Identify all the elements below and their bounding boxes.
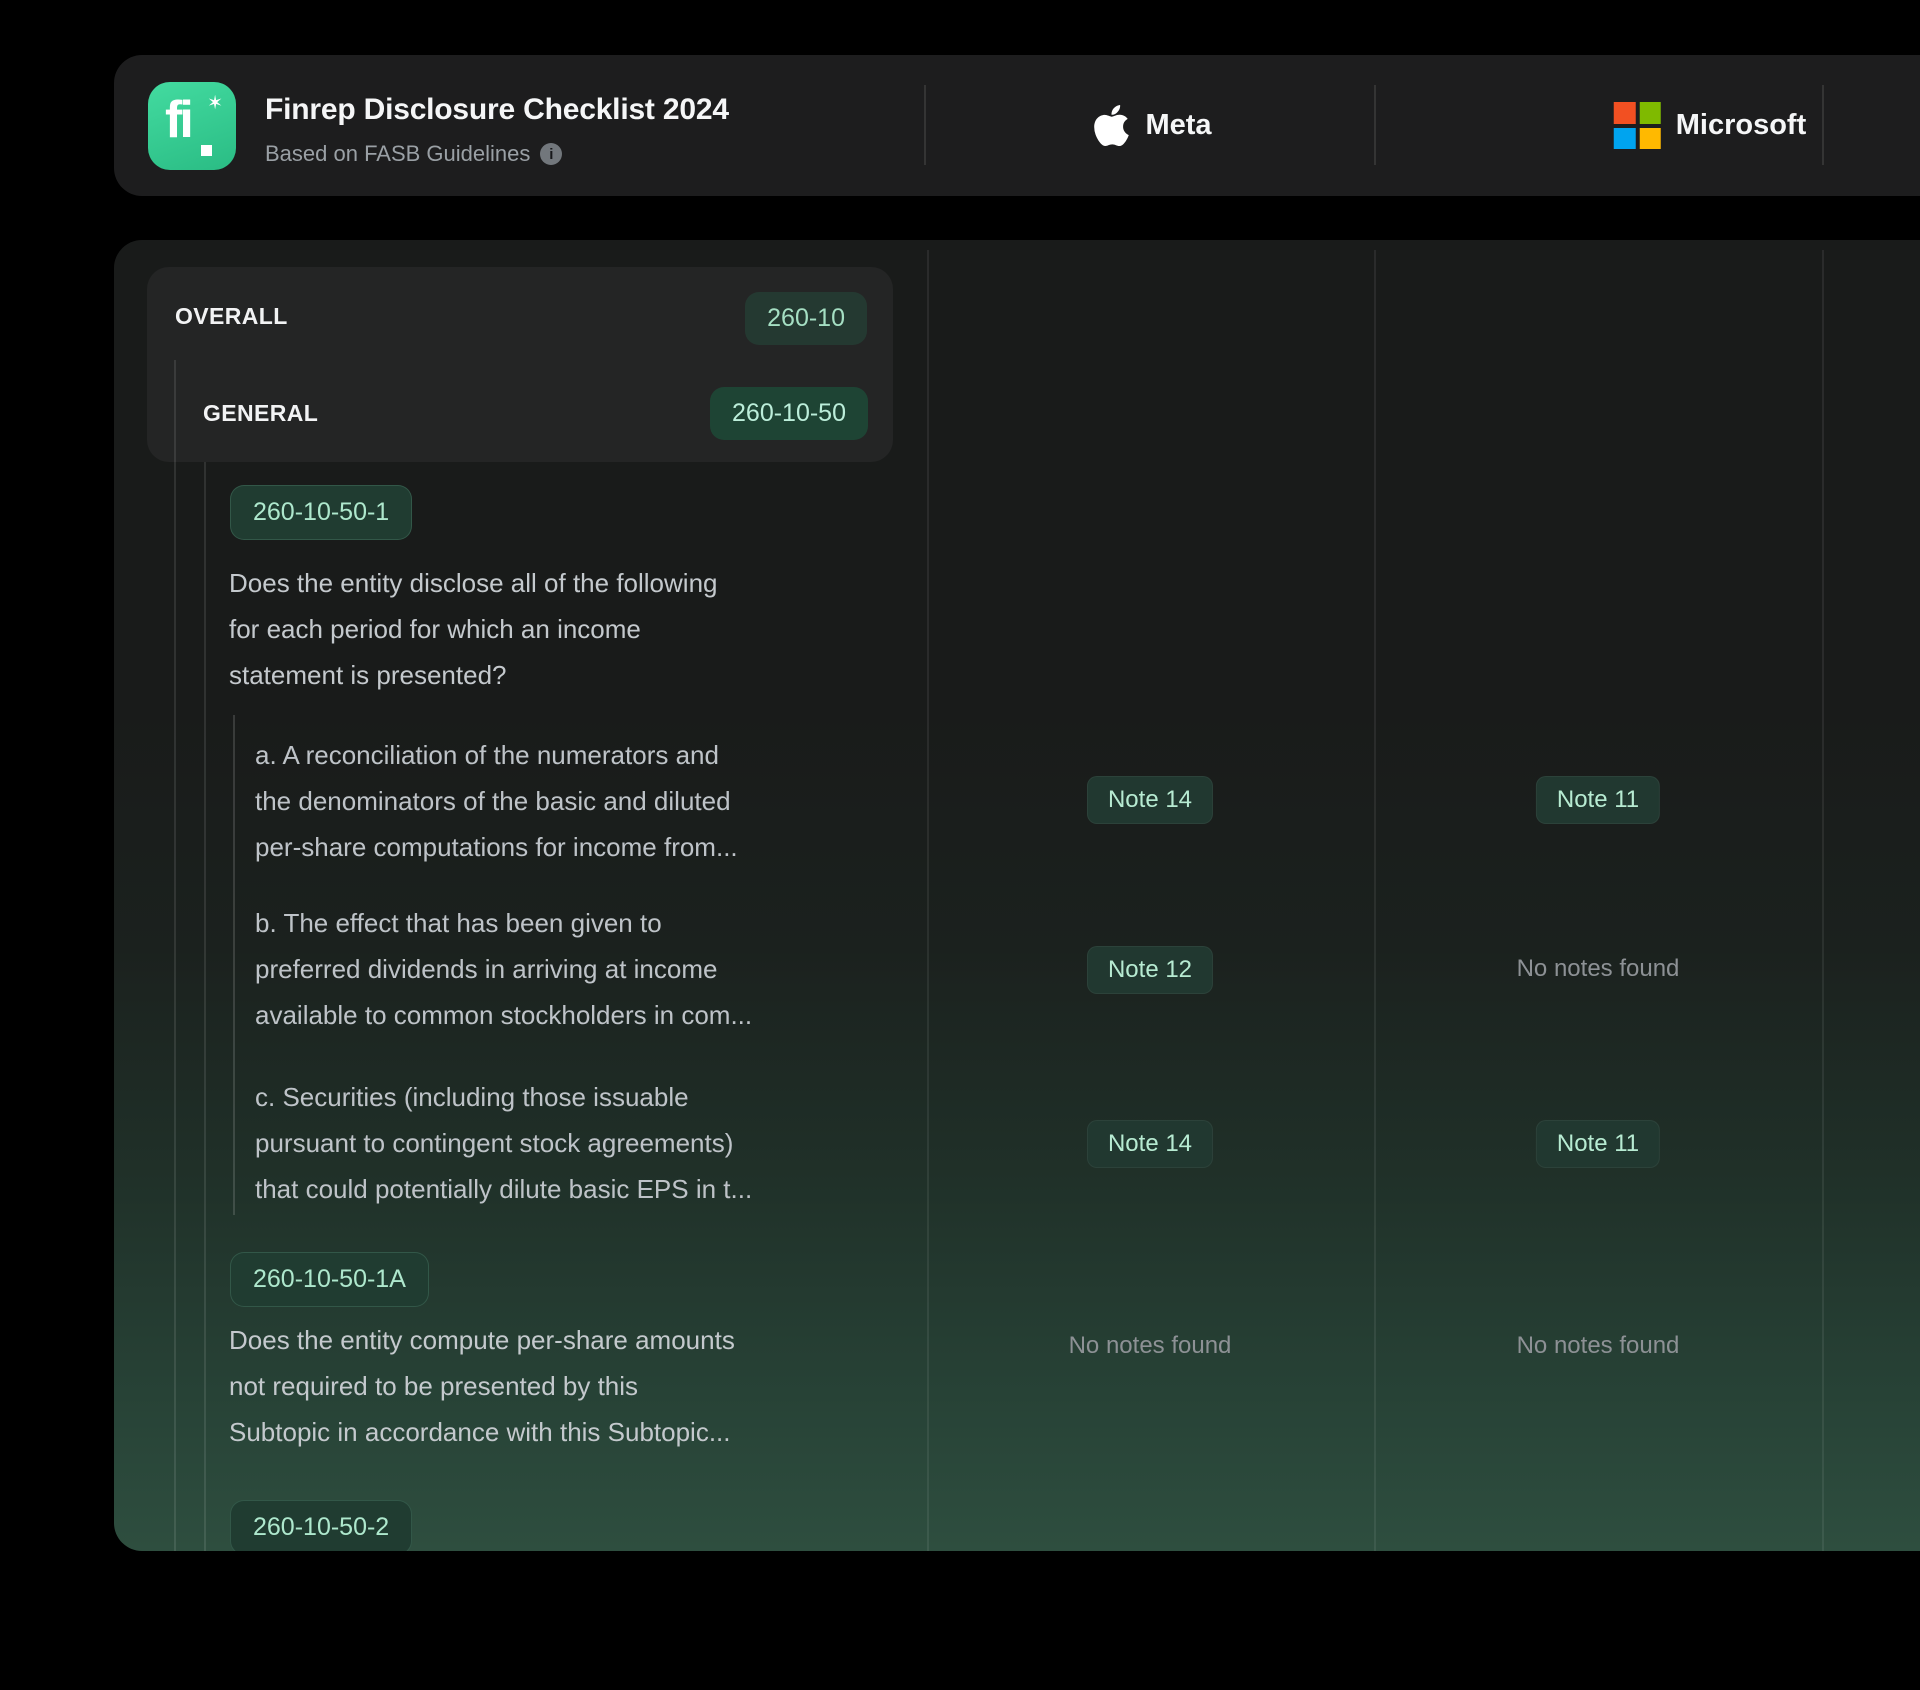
- company-header-meta[interactable]: Meta: [1092, 55, 1211, 196]
- question-line: not required to be presented by this: [229, 1363, 735, 1409]
- subitem-group-border: [233, 715, 235, 1215]
- subitem-line: available to common stockholders in com.…: [255, 992, 752, 1038]
- company-name-meta: Meta: [1145, 109, 1211, 142]
- question-260-10-50-1: Does the entity disclose all of the foll…: [229, 560, 718, 698]
- subitem-line: preferred dividends in arriving at incom…: [255, 946, 752, 992]
- item-code-badge-260-10-50-2[interactable]: 260-10-50-2: [230, 1500, 412, 1551]
- ms-square-green: [1639, 102, 1661, 124]
- header-divider-2: [1374, 85, 1376, 165]
- company-name-microsoft: Microsoft: [1676, 109, 1807, 142]
- no-notes-microsoft-b: No notes found: [1517, 955, 1680, 983]
- no-notes-microsoft-1A: No notes found: [1517, 1332, 1680, 1360]
- ms-square-blue: [1614, 128, 1636, 150]
- question-line: Subtopic in accordance with this Subtopi…: [229, 1409, 735, 1455]
- subitem-line: c. Securities (including those issuable: [255, 1074, 752, 1120]
- ms-square-yellow: [1639, 128, 1661, 150]
- ms-square-red: [1614, 102, 1636, 124]
- section-overall-code-badge[interactable]: 260-10: [745, 292, 867, 345]
- app-logo: fi ✶: [148, 82, 236, 170]
- checklist-panel: OVERALL 260-10 GENERAL 260-10-50 260-10-…: [114, 240, 1920, 1551]
- item-code-badge-260-10-50-1A[interactable]: 260-10-50-1A: [230, 1252, 429, 1307]
- question-line: for each period for which an income: [229, 606, 718, 652]
- question-line: statement is presented?: [229, 652, 718, 698]
- section-header-box: OVERALL 260-10 GENERAL 260-10-50: [147, 267, 893, 462]
- subitem-line: pursuant to contingent stock agreements): [255, 1120, 752, 1166]
- info-icon[interactable]: i: [540, 143, 562, 165]
- app-logo-letters: fi: [165, 90, 191, 150]
- section-overall-label: OVERALL: [175, 303, 288, 330]
- subitem-c: c. Securities (including those issuable …: [255, 1074, 752, 1212]
- tree-guide-overall: [174, 360, 176, 1551]
- apple-icon: [1092, 102, 1130, 149]
- item-code-badge-260-10-50-1[interactable]: 260-10-50-1: [230, 485, 412, 540]
- tree-guide-general: [204, 462, 206, 1551]
- company-header-microsoft[interactable]: Microsoft: [1614, 55, 1807, 196]
- header-divider-3: [1822, 85, 1824, 165]
- note-badge-microsoft-a[interactable]: Note 11: [1536, 776, 1660, 824]
- header-card: fi ✶ Finrep Disclosure Checklist 2024 Ba…: [114, 55, 1920, 196]
- header-divider-1: [924, 85, 926, 165]
- note-badge-meta-c[interactable]: Note 14: [1087, 1120, 1213, 1168]
- page-subtitle: Based on FASB Guidelines i: [265, 141, 562, 167]
- section-general-label: GENERAL: [203, 400, 318, 427]
- app-logo-dot: [201, 145, 212, 156]
- column-divider-1: [927, 250, 929, 1551]
- column-divider-2: [1374, 250, 1376, 1551]
- page-title: Finrep Disclosure Checklist 2024: [265, 93, 729, 127]
- question-260-10-50-1A: Does the entity compute per-share amount…: [229, 1317, 735, 1455]
- subitem-line: the denominators of the basic and dilute…: [255, 778, 738, 824]
- section-general-code-badge[interactable]: 260-10-50: [710, 387, 868, 440]
- column-divider-3: [1822, 250, 1824, 1551]
- subitem-line: that could potentially dilute basic EPS …: [255, 1166, 752, 1212]
- microsoft-icon: [1614, 102, 1661, 149]
- subtitle-text: Based on FASB Guidelines: [265, 141, 530, 167]
- subitem-line: b. The effect that has been given to: [255, 900, 752, 946]
- note-badge-meta-a[interactable]: Note 14: [1087, 776, 1213, 824]
- no-notes-meta-1A: No notes found: [1069, 1332, 1232, 1360]
- question-line: Does the entity compute per-share amount…: [229, 1317, 735, 1363]
- question-line: Does the entity disclose all of the foll…: [229, 560, 718, 606]
- subitem-a: a. A reconciliation of the numerators an…: [255, 732, 738, 870]
- note-badge-microsoft-c[interactable]: Note 11: [1536, 1120, 1660, 1168]
- sparkle-icon: ✶: [207, 92, 223, 115]
- subitem-line: a. A reconciliation of the numerators an…: [255, 732, 738, 778]
- subitem-b: b. The effect that has been given to pre…: [255, 900, 752, 1038]
- note-badge-meta-b[interactable]: Note 12: [1087, 946, 1213, 994]
- subitem-line: per-share computations for income from..…: [255, 824, 738, 870]
